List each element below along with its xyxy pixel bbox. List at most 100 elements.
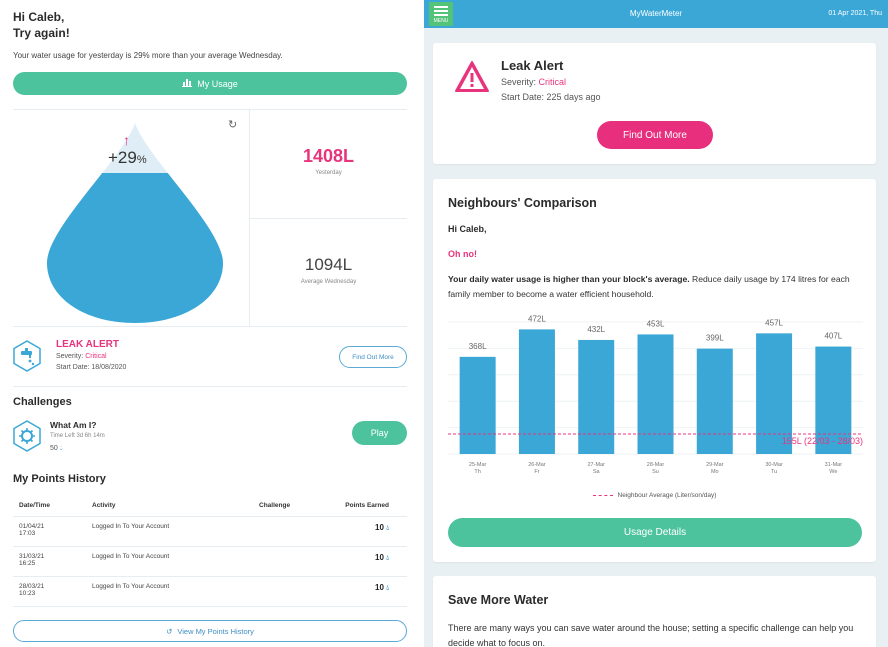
challenges-heading: Challenges: [13, 396, 72, 408]
leak-start-date: Start Date: 18/08/2020: [56, 364, 127, 371]
oh-no-text: Oh no!: [448, 249, 477, 259]
divider: [13, 386, 407, 387]
view-points-history-button[interactable]: ↺ View My Points History: [13, 620, 407, 642]
leak-severity: Severity: Critical: [501, 77, 567, 87]
save-water-text: There are many ways you can save water a…: [448, 623, 854, 647]
challenge-name: What Am I?: [50, 420, 97, 430]
app-title: MyWaterMeter: [629, 9, 683, 18]
table-row: 28/03/21 10:23 Logged In To Your Account …: [13, 577, 407, 607]
chart-svg: 368L 25-MarTh 472L 26-MarFr 432L 27-MarSa 453L…: [448, 314, 863, 475]
percent-change: +29%: [108, 148, 147, 167]
leaking-tap-icon: [13, 340, 41, 372]
neighbours-comparison-card: Neighbours' Comparison Hi Caleb, Oh no! …: [433, 179, 876, 562]
leak-start-date: Start Date: 225 days ago: [501, 92, 601, 102]
find-out-more-button[interactable]: Find Out More: [597, 121, 713, 149]
view-history-label: View My Points History: [177, 626, 254, 636]
puzzle-icon: [13, 420, 41, 452]
current-date: 01 Apr 2021, Thu: [828, 10, 882, 17]
card-title: Neighbours' Comparison: [448, 196, 597, 210]
x-tick-label: 29-Mar: [706, 462, 724, 468]
x-tick-label: Mo: [711, 469, 719, 475]
row-activity: Logged In To Your Account: [92, 583, 170, 590]
play-button[interactable]: Play: [352, 421, 407, 445]
arrow-up-icon: ↑: [123, 132, 130, 148]
average-value: 1094L: [304, 255, 353, 274]
column-header: Activity: [92, 502, 116, 509]
row-activity: Logged In To Your Account: [92, 523, 170, 530]
greeting: Hi Caleb,: [448, 224, 487, 234]
bar-value-label: 472L: [528, 314, 546, 323]
my-usage-label: My Usage: [197, 78, 238, 89]
card-title: Save More Water: [448, 593, 549, 607]
challenge-time-left: Time Left 3d 6h 14m: [50, 433, 105, 439]
refresh-icon[interactable]: ↻: [228, 118, 237, 131]
usage-bar-chart: 368L 25-Mar Th 472L 26-Mar Fr 432L 27-Mar Sa 453L…: [448, 314, 868, 504]
neighbour-average-label: 155L (22/03 - 28/03): [782, 436, 863, 446]
average-label: Average Wednesday: [300, 279, 357, 285]
bar-value-label: 432L: [587, 325, 605, 334]
leak-severity: Severity: Critical: [56, 353, 107, 360]
leak-alert-row: LEAK ALERT Severity: Critical Start Date…: [13, 338, 407, 378]
leak-alert-title: LEAK ALERT: [56, 339, 119, 350]
x-tick-label: 27-Mar: [588, 462, 606, 468]
bar-chart-icon: [182, 78, 193, 89]
column-header: Challenge: [259, 502, 291, 509]
hamburger-icon: [434, 5, 448, 8]
column-header: Date/Time: [19, 502, 50, 509]
chart-legend: Neighbour Average (Liter/son/day): [433, 492, 876, 499]
drop-fill-level: [47, 173, 223, 323]
points-history-heading: My Points History: [13, 473, 106, 485]
warning-icon: [454, 60, 490, 93]
leak-alert-title: Leak Alert: [501, 58, 564, 73]
bar-value-label: 368L: [469, 342, 487, 351]
column-header: Points Earned: [345, 502, 389, 509]
yesterday-value: 1408L: [302, 146, 355, 166]
history-icon: ↺: [166, 626, 173, 636]
x-tick-label: 31-Mar: [825, 462, 843, 468]
x-tick-label: 28-Mar: [647, 462, 665, 468]
x-tick-label: 26-Mar: [528, 462, 546, 468]
x-tick-label: 25-Mar: [469, 462, 487, 468]
chart-bar: [578, 339, 615, 454]
top-bar: MENU MyWaterMeter 01 Apr 2021, Thu: [424, 0, 888, 28]
table-row: 01/04/21 17:03 Logged In To Your Account …: [13, 517, 407, 547]
water-drop-icon: 💧︎: [59, 445, 63, 452]
save-more-water-card: Save More Water There are many ways you …: [433, 576, 876, 647]
comparison-message: Your daily water usage is higher than yo…: [448, 274, 850, 299]
x-tick-label: Th: [474, 469, 480, 475]
yesterday-label: Yesterday: [315, 170, 342, 176]
usage-details-button[interactable]: Usage Details: [448, 518, 862, 547]
table-header-row: Date/Time Activity Challenge Points Earn…: [13, 497, 407, 517]
x-tick-label: Su: [652, 469, 659, 475]
table-row: 31/03/21 16:25 Logged In To Your Account …: [13, 547, 407, 577]
row-activity: Logged In To Your Account: [92, 553, 170, 560]
bar-value-label: 453L: [647, 319, 665, 328]
find-out-more-button[interactable]: Find Out More: [339, 346, 407, 368]
chart-bar: [459, 356, 496, 454]
menu-label: MENU: [433, 17, 449, 24]
usage-message: Your water usage for yesterday is 29% mo…: [13, 51, 283, 60]
row-points: 10 💧︎: [375, 553, 389, 562]
greeting-name: Hi Caleb,: [13, 10, 65, 24]
legend-dash: [592, 494, 613, 496]
right-panel: MENU MyWaterMeter 01 Apr 2021, Thu Leak …: [424, 0, 888, 647]
bar-value-label: 399L: [706, 334, 724, 343]
x-tick-label: Fr: [534, 469, 539, 475]
my-usage-button[interactable]: My Usage: [13, 72, 407, 95]
points-history-table: Date/Time Activity Challenge Points Earn…: [13, 497, 407, 607]
x-tick-label: We: [829, 469, 837, 475]
row-points: 10 💧︎: [375, 583, 389, 592]
chart-bar: [637, 334, 674, 454]
x-tick-label: 30-Mar: [765, 462, 783, 468]
divider: [250, 218, 407, 219]
usage-stats: ↻ ↑ +29% 1408L Yesterday 1094L Average W…: [13, 109, 407, 327]
row-points: 10 💧︎: [375, 523, 389, 532]
row-datetime: 01/04/21 17:03: [19, 523, 45, 537]
left-panel: Hi Caleb, Try again! Your water usage fo…: [0, 0, 420, 647]
row-datetime: 31/03/21 16:25: [19, 553, 45, 567]
leak-alert-card: Leak Alert Severity: Critical Start Date…: [433, 43, 876, 164]
greeting-subtitle: Try again!: [13, 26, 70, 40]
bar-value-label: 407L: [824, 332, 842, 341]
x-tick-label: Tu: [771, 469, 777, 475]
row-datetime: 28/03/21 10:23: [19, 583, 45, 597]
